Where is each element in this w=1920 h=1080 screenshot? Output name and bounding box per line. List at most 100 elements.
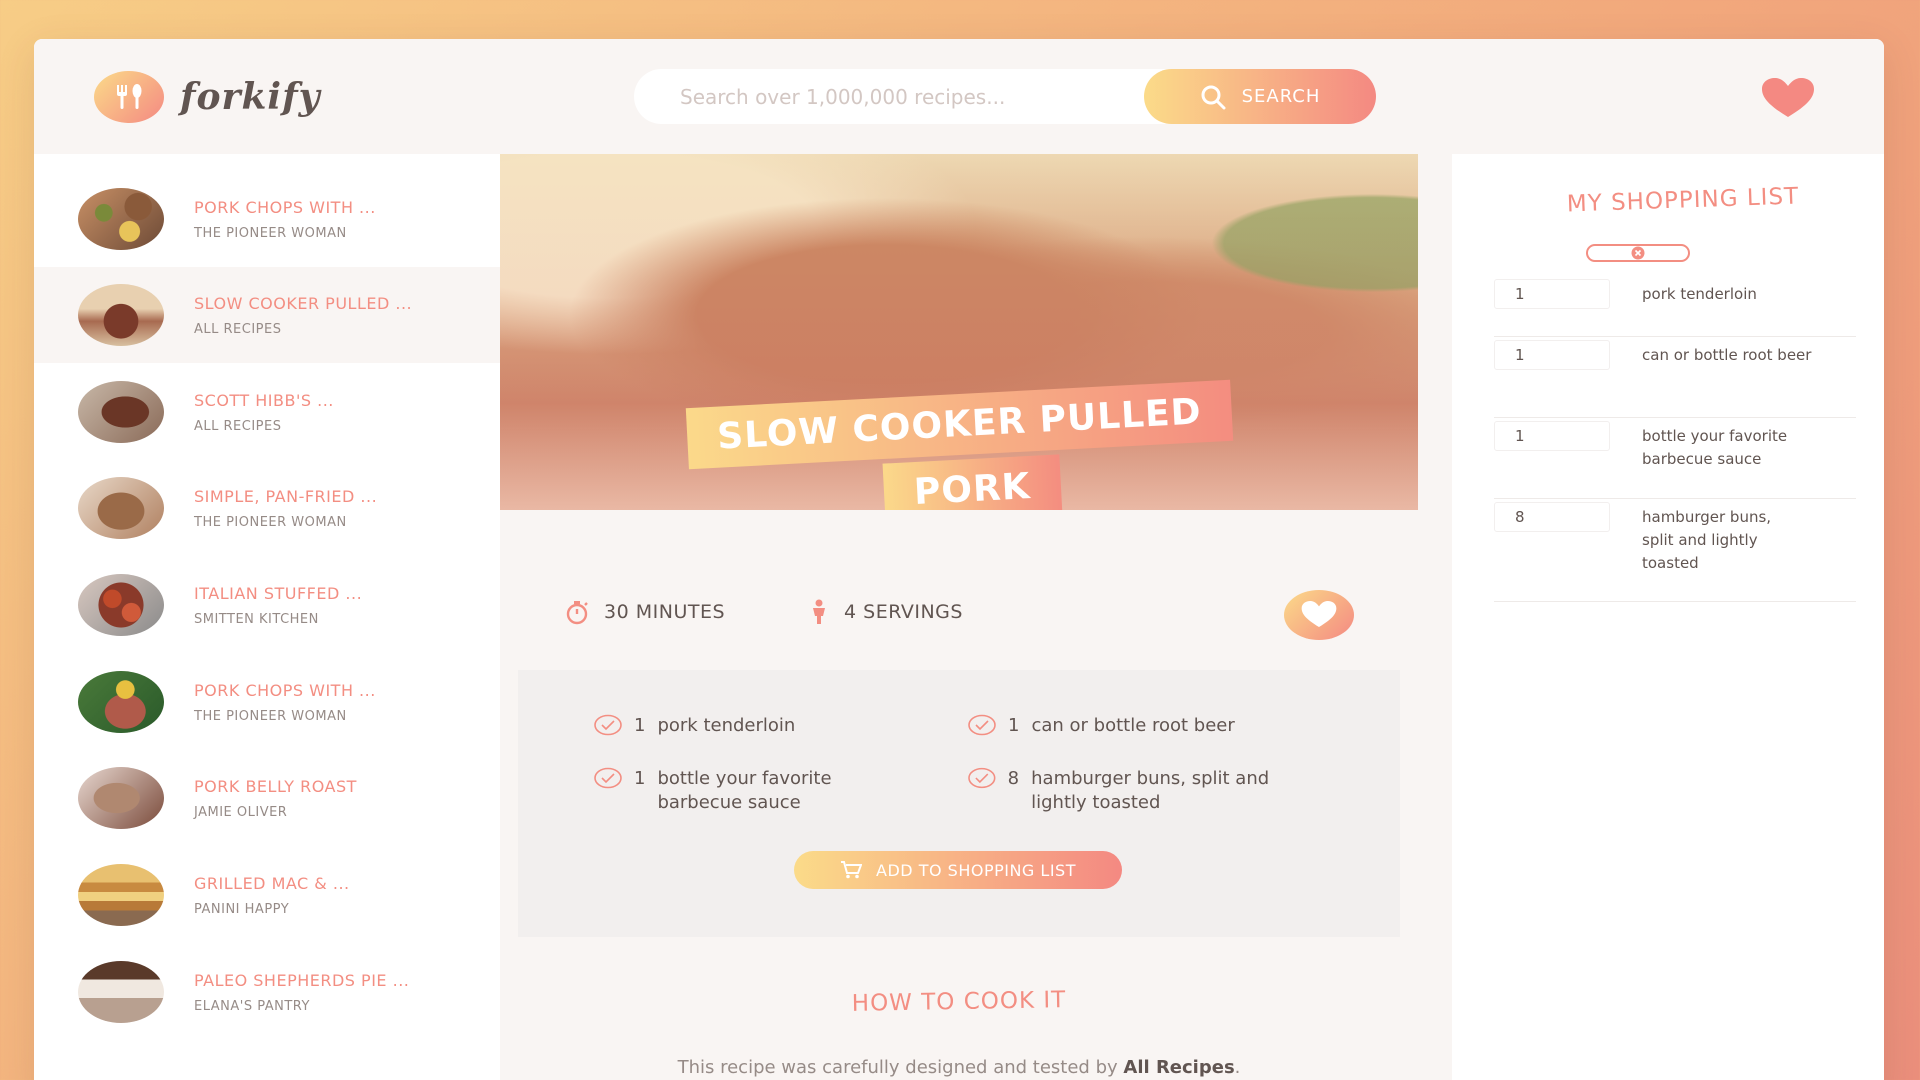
- result-title: SLOW COOKER PULLED ...: [194, 293, 413, 313]
- result-title: PORK CHOPS WITH ...: [194, 680, 376, 700]
- recipe-servings: 4 SERVINGS: [808, 599, 963, 625]
- cart-icon: [841, 861, 863, 879]
- directions-text: This recipe was carefully designed and t…: [518, 1057, 1400, 1078]
- search-input[interactable]: [634, 69, 1134, 124]
- heart-icon: [1301, 601, 1337, 627]
- recipe-thumbnail: [78, 188, 164, 250]
- directions-publisher: All Recipes: [1123, 1057, 1235, 1078]
- ingredient-item: 8 hamburger buns, split and lightly toas…: [968, 767, 1288, 815]
- recipe-title-2: PORK: [882, 454, 1063, 510]
- ingredient-text: hamburger buns, split and lightly toaste…: [1031, 768, 1270, 813]
- directions-sentence: This recipe was carefully designed and t…: [677, 1057, 1118, 1078]
- directions: HOW TO COOK IT This recipe was carefully…: [518, 937, 1400, 1080]
- recipe-thumbnail: [78, 477, 164, 539]
- logo[interactable]: forkify: [94, 71, 321, 123]
- x-circle-icon: [1631, 246, 1645, 260]
- ingredient-text: can or bottle root beer: [1031, 715, 1235, 736]
- quantity-input[interactable]: [1494, 502, 1610, 532]
- shopping-item: bottle your favorite barbecue sauce: [1494, 421, 1856, 499]
- result-author: JAMIE OLIVER: [194, 804, 288, 820]
- result-author: THE PIONEER WOMAN: [194, 708, 347, 724]
- result-title: PORK CHOPS WITH ...: [194, 197, 376, 217]
- bookmarks-button[interactable]: [1758, 77, 1818, 121]
- check-circle-icon: [594, 714, 622, 736]
- app-window: forkify SEARCH PORK CHOPS WITH ... THE PI…: [34, 39, 1884, 1080]
- stopwatch-icon: [566, 601, 588, 625]
- results-list: PORK CHOPS WITH ... THE PIONEER WOMAN SLO…: [34, 154, 500, 1080]
- add-to-shopping-list-button[interactable]: ADD TO SHOPPING LIST: [794, 851, 1122, 889]
- result-author: ELANA'S PANTRY: [194, 998, 310, 1014]
- person-icon: [813, 599, 825, 624]
- minutes-label: MINUTES: [635, 601, 726, 623]
- clear-shopping-list-button[interactable]: [1586, 244, 1690, 262]
- shopping-list-title: MY SHOPPING LIST: [1566, 183, 1800, 218]
- result-author: THE PIONEER WOMAN: [194, 225, 347, 241]
- ingredient-text: bottle your favorite barbecue sauce: [657, 768, 832, 813]
- directions-heading: HOW TO COOK IT: [851, 987, 1067, 1017]
- recipe-details: 30 MINUTES 4 SERVINGS: [518, 510, 1400, 670]
- shopping-item: pork tenderloin: [1494, 279, 1856, 337]
- ingredient-item: 1 pork tenderloin: [594, 714, 914, 738]
- quantity-input[interactable]: [1494, 421, 1610, 451]
- shopping-item: hamburger buns, split and lightly toaste…: [1494, 502, 1856, 602]
- heart-icon: [1762, 78, 1814, 117]
- recipe: SLOW COOKER PULLED PORK 30 MINUTES 4 SER…: [500, 154, 1452, 1080]
- result-item[interactable]: PORK BELLY ROAST JAMIE OLIVER: [34, 750, 500, 846]
- result-title: SCOTT HIBB'S ...: [194, 390, 334, 410]
- search-button-label: SEARCH: [1241, 86, 1321, 107]
- add-button-label: ADD TO SHOPPING LIST: [876, 860, 1076, 880]
- ingredients-panel: 1 pork tenderloin 1 can or bottle root b…: [518, 670, 1400, 937]
- ingredient-count: 1: [1008, 715, 1020, 736]
- minutes-value: 30: [604, 601, 630, 623]
- result-item[interactable]: SIMPLE, PAN-FRIED ... THE PIONEER WOMAN: [34, 460, 500, 556]
- search-form: SEARCH: [634, 69, 1376, 124]
- quantity-input[interactable]: [1494, 340, 1610, 370]
- recipe-thumbnail: [78, 574, 164, 636]
- result-item[interactable]: SCOTT HIBB'S ... ALL RECIPES: [34, 364, 500, 460]
- result-title: ITALIAN STUFFED ...: [194, 583, 363, 603]
- result-title: GRILLED MAC & ...: [194, 873, 350, 893]
- ingredient-text: pork tenderloin: [657, 715, 796, 736]
- search-icon: [1201, 85, 1226, 109]
- shopping-list: MY SHOPPING LIST pork tenderloin can or …: [1452, 154, 1884, 1080]
- fork-knife-icon: [94, 71, 164, 123]
- ingredient-count: 1: [634, 768, 646, 789]
- ingredient-item: 1 can or bottle root beer: [968, 714, 1368, 738]
- directions-end: .: [1234, 1057, 1241, 1078]
- recipe-thumbnail: [78, 284, 164, 346]
- ingredient-item: 1 bottle your favorite barbecue sauce: [594, 767, 894, 815]
- result-item[interactable]: PALEO SHEPHERDS PIE ... ELANA'S PANTRY: [34, 944, 500, 1040]
- shopping-item-desc: hamburger buns, split and lightly toaste…: [1642, 508, 1772, 572]
- shopping-item: can or bottle root beer: [1494, 340, 1856, 418]
- recipe-thumbnail: [78, 864, 164, 926]
- result-title: PALEO SHEPHERDS PIE ...: [194, 970, 410, 990]
- shopping-item-desc: can or bottle root beer: [1642, 346, 1812, 364]
- result-item[interactable]: GRILLED MAC & ... PANINI HAPPY: [34, 847, 500, 943]
- result-author: SMITTEN KITCHEN: [194, 611, 319, 627]
- servings-value: 4: [844, 601, 857, 623]
- ingredient-count: 1: [634, 715, 646, 736]
- result-item[interactable]: SLOW COOKER PULLED ... ALL RECIPES: [34, 267, 500, 363]
- result-item[interactable]: ITALIAN STUFFED ... SMITTEN KITCHEN: [34, 557, 500, 653]
- recipe-thumbnail: [78, 671, 164, 733]
- recipe-thumbnail: [78, 961, 164, 1023]
- check-circle-icon: [968, 767, 996, 789]
- servings-label: SERVINGS: [863, 601, 963, 623]
- recipe-thumbnail: [78, 381, 164, 443]
- result-title: SIMPLE, PAN-FRIED ...: [194, 486, 378, 506]
- check-circle-icon: [594, 767, 622, 789]
- logo-text: forkify: [180, 76, 321, 118]
- recipe-title-line2: PORK: [882, 454, 1063, 510]
- result-author: PANINI HAPPY: [194, 901, 290, 917]
- shopping-item-desc: bottle your favorite barbecue sauce: [1642, 427, 1788, 468]
- quantity-input[interactable]: [1494, 279, 1610, 309]
- result-author: THE PIONEER WOMAN: [194, 514, 347, 530]
- result-item[interactable]: PORK CHOPS WITH ... THE PIONEER WOMAN: [34, 171, 500, 267]
- result-item[interactable]: PORK CHOPS WITH ... THE PIONEER WOMAN: [34, 654, 500, 750]
- recipe-time: 30 MINUTES: [564, 599, 725, 625]
- love-button[interactable]: [1284, 590, 1354, 640]
- ingredient-count: 8: [1007, 768, 1020, 789]
- result-title: PORK BELLY ROAST: [194, 776, 357, 796]
- search-button[interactable]: SEARCH: [1144, 69, 1376, 124]
- recipe-thumbnail: [78, 767, 164, 829]
